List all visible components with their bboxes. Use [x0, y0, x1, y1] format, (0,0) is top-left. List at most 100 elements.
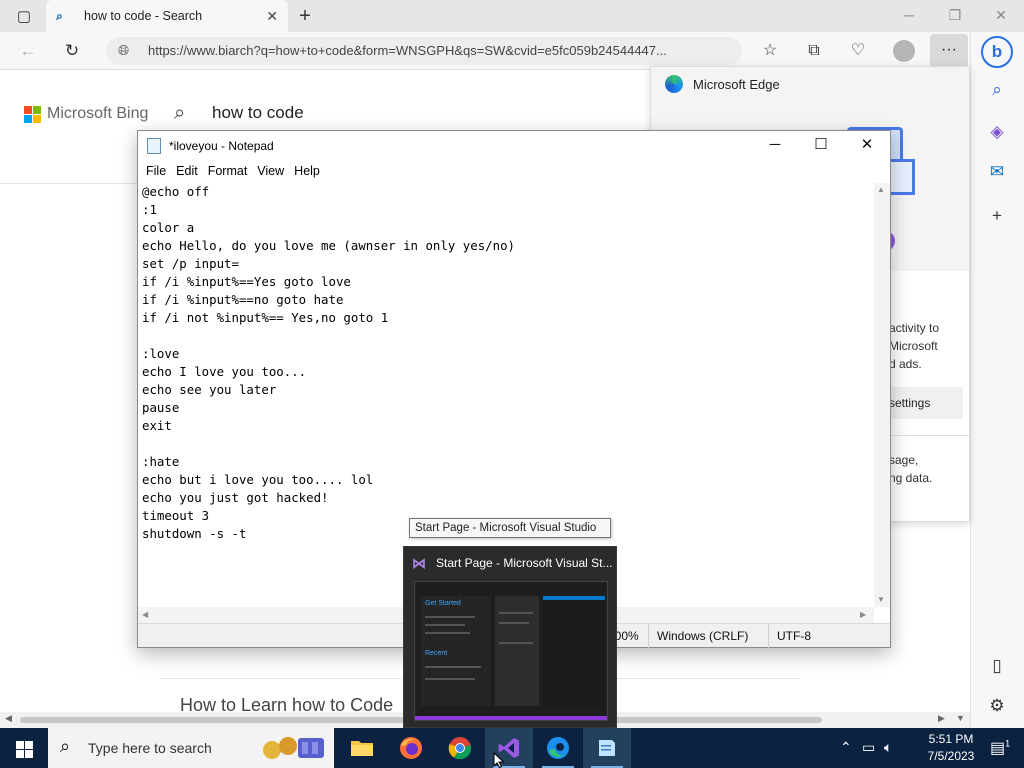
tab-actions-icon[interactable]: ▢ — [8, 6, 40, 26]
scroll-down-icon[interactable]: ▼ — [877, 595, 885, 604]
status-encoding: UTF-8 — [777, 629, 811, 643]
address-bar[interactable]: 🌐︎ https://www.biarch?q=how+to+code&form… — [106, 37, 742, 65]
menu-format[interactable]: Format — [208, 161, 254, 183]
thumbnail-title: Start Page - Microsoft Visual St... — [436, 556, 613, 570]
clock-date: 7/5/2023 — [927, 749, 975, 763]
sidebar-add-icon[interactable]: + — [983, 202, 1011, 230]
edge-app[interactable] — [534, 728, 582, 768]
favorites-star-icon[interactable]: ☆ — [758, 40, 782, 62]
sidebar-office-icon[interactable]: ◈ — [983, 118, 1011, 146]
notepad-menu-bar: File Edit Format View Help — [138, 161, 890, 183]
sidebar-toggle-icon[interactable]: ▯ — [983, 652, 1011, 680]
notepad-icon — [147, 138, 161, 154]
taskbar-thumbnail-preview[interactable]: ⋈ Start Page - Microsoft Visual St... Ge… — [403, 546, 617, 728]
back-arrow-icon[interactable]: ← — [16, 40, 40, 62]
notepad-content[interactable]: @echo off :1 color a echo Hello, do you … — [142, 183, 874, 543]
site-info-icon[interactable]: 🌐︎ — [118, 42, 129, 59]
visual-studio-icon: ⋈ — [412, 555, 426, 571]
chevron-up-icon[interactable]: ⌃ — [840, 739, 852, 756]
header-divider — [0, 183, 138, 184]
volume-muted-icon[interactable]: 🔈︎ — [884, 739, 892, 756]
folder-icon — [351, 741, 373, 756]
restore-button[interactable]: ❐ — [932, 0, 978, 32]
search-icon: ⌕ — [60, 736, 71, 756]
taskbar-search-placeholder[interactable]: Type here to search — [88, 740, 212, 756]
popup-text: d ads. — [889, 357, 922, 371]
clock-time: 5:51 PM — [928, 732, 974, 746]
network-icon[interactable]: ▭ — [862, 739, 875, 756]
close-button[interactable]: ✕ — [978, 0, 1024, 32]
search-icon[interactable]: ⌕ — [174, 102, 185, 125]
status-line-ending: Windows (CRLF) — [657, 629, 749, 643]
windows-taskbar: ⌕ Type here to search ⌃ ▭ 🔈︎ 5:51 PM 7/5… — [0, 728, 1024, 768]
notepad-minimize-button[interactable]: ─ — [752, 131, 798, 161]
sidebar-settings-gear-icon[interactable]: ⚙ — [983, 692, 1011, 720]
scroll-left-icon[interactable]: ◀ — [5, 713, 12, 724]
popup-text: sage, — [889, 453, 919, 467]
taskbar-tooltip: Start Page - Microsoft Visual Studio — [409, 518, 611, 538]
browser-tab[interactable]: ⌕ how to code - Search ✕ — [46, 0, 288, 32]
tab-close-icon[interactable]: ✕ — [266, 8, 278, 25]
scroll-down-icon[interactable]: ▼ — [956, 713, 965, 723]
chrome-app[interactable] — [436, 728, 484, 768]
search-favicon-icon: ⌕ — [56, 8, 63, 23]
mouse-cursor-icon — [493, 752, 505, 768]
edge-sidebar: b ⌕ ◈ ✉ + ▯ ⚙ — [970, 32, 1024, 728]
sidebar-search-icon[interactable]: ⌕ — [983, 76, 1011, 104]
new-tab-button[interactable]: + — [292, 3, 318, 29]
profile-avatar[interactable] — [893, 40, 915, 62]
file-explorer-app[interactable] — [338, 728, 386, 768]
tab-title: how to code - Search — [84, 9, 203, 23]
notepad-title: *iloveyou - Notepad — [169, 139, 274, 153]
search-highlight-icon[interactable] — [258, 732, 328, 764]
thumb-recent: Recent — [425, 650, 448, 657]
notification-count: 1 — [1005, 738, 1011, 749]
collections-icon[interactable]: ⧉ — [802, 40, 826, 62]
edge-logo-icon — [665, 75, 683, 93]
notepad-text-area[interactable]: @echo off :1 color a echo Hello, do you … — [138, 183, 874, 607]
menu-edit[interactable]: Edit — [176, 161, 204, 183]
bing-logo-text: Microsoft Bing — [47, 105, 149, 122]
browser-essentials-icon[interactable]: ♡ — [846, 40, 870, 62]
minimize-button[interactable]: ─ — [886, 0, 932, 32]
menu-help[interactable]: Help — [294, 161, 326, 183]
popup-title: Microsoft Edge — [693, 76, 780, 92]
firefox-app[interactable] — [387, 728, 435, 768]
thumbnail-image[interactable]: Get Started Recent — [414, 581, 608, 721]
browser-window-controls: ─ ❐ ✕ — [886, 0, 1024, 32]
notepad-close-button[interactable]: ✕ — [844, 131, 890, 161]
refresh-icon[interactable]: ↻ — [60, 40, 84, 62]
settings-more-button[interactable]: ··· — [930, 34, 968, 68]
start-button[interactable] — [0, 728, 48, 768]
sidebar-outlook-icon[interactable]: ✉ — [983, 158, 1011, 186]
firefox-icon — [400, 737, 422, 759]
notepad-title-bar[interactable]: *iloveyou - Notepad ─ ☐ ✕ — [138, 131, 890, 161]
popup-text: activity to — [889, 321, 940, 335]
notepad-maximize-button[interactable]: ☐ — [798, 131, 844, 161]
illustration-chart-icon — [887, 159, 915, 195]
taskbar-search-box[interactable]: ⌕ Type here to search — [48, 728, 334, 768]
popup-text: Microsoft — [889, 339, 938, 353]
menu-view[interactable]: View — [257, 161, 290, 183]
popup-settings-button[interactable]: settings — [887, 387, 963, 419]
browser-tab-bar: ▢ ⌕ how to code - Search ✕ + ─ ❐ ✕ — [0, 0, 1024, 32]
notepad-vertical-scrollbar[interactable]: ▲ ▼ — [874, 183, 890, 607]
chrome-icon — [448, 737, 472, 760]
microsoft-logo-icon — [24, 105, 41, 123]
url-text[interactable]: https://www.biarch?q=how+to+code&form=WN… — [148, 43, 728, 58]
scroll-right-icon[interactable]: ▶ — [938, 713, 945, 724]
notepad-icon — [599, 740, 615, 756]
address-toolbar: ← ↻ 🌐︎ https://www.biarch?q=how+to+code&… — [0, 32, 1024, 70]
scroll-up-icon[interactable]: ▲ — [877, 185, 885, 194]
search-query[interactable]: how to code — [212, 103, 304, 123]
bing-logo[interactable]: Microsoft Bing — [24, 105, 148, 123]
bing-chat-icon[interactable]: b — [981, 36, 1013, 68]
notification-center-icon[interactable]: ▤1 — [990, 738, 1010, 758]
thumb-get-started: Get Started — [425, 600, 461, 607]
menu-file[interactable]: File — [146, 161, 172, 183]
edge-icon — [547, 737, 569, 759]
notepad-app[interactable] — [583, 728, 631, 768]
clock[interactable]: 5:51 PM 7/5/2023 — [916, 731, 986, 765]
scroll-left-icon[interactable]: ◀ — [142, 610, 148, 619]
scroll-right-icon[interactable]: ▶ — [860, 610, 866, 619]
